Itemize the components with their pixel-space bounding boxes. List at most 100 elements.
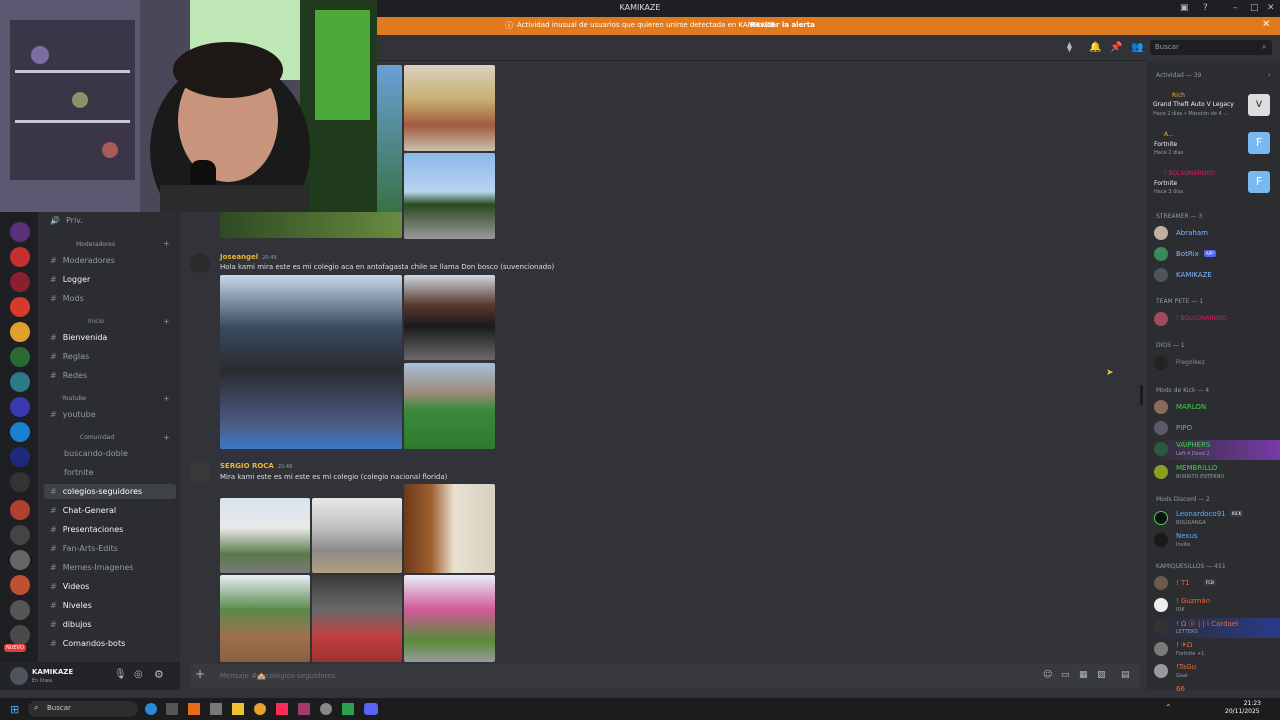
app-icon[interactable]	[188, 703, 200, 715]
gif-icon[interactable]: ▦	[1079, 670, 1088, 680]
tray-chevron-icon[interactable]: ⌃	[1165, 703, 1172, 712]
message-author[interactable]: Joseangel 20:49	[220, 253, 277, 261]
attachment-image[interactable]	[404, 363, 495, 449]
scrollbar-thumb[interactable]	[1140, 385, 1143, 405]
add-channel-icon[interactable]: +	[163, 394, 170, 403]
channel-logger[interactable]: # Logger	[50, 275, 90, 284]
attachment-image[interactable]	[312, 498, 402, 573]
channel-fortnite[interactable]: fortnite	[64, 468, 94, 477]
channel-moderadores[interactable]: # Moderadores	[50, 256, 115, 265]
member-list-icon[interactable]: 👥	[1131, 42, 1143, 53]
server-icon[interactable]	[10, 447, 30, 467]
member-row[interactable]: Nexus Invite	[1154, 531, 1274, 551]
maximize-button[interactable]: □	[1250, 3, 1259, 13]
channel-dibujos[interactable]: # dibujos	[50, 620, 91, 629]
category-moderadores[interactable]: Moderadores	[76, 241, 115, 248]
member-row[interactable]: VAIPHERS Left 4 Dead 2	[1154, 440, 1280, 460]
channel-mods[interactable]: # Mods	[50, 294, 84, 303]
server-icon[interactable]	[10, 550, 30, 570]
search-input[interactable]: Buscar	[1150, 40, 1272, 55]
server-icon[interactable]	[10, 525, 30, 545]
member-row[interactable]: KAMIKAZE	[1154, 268, 1274, 284]
member-row[interactable]: PIPO	[1154, 421, 1274, 437]
channel-buscando-doble[interactable]: buscando-doble	[64, 449, 128, 458]
member-row[interactable]: ! BOLSONARO0O	[1154, 312, 1274, 328]
edge-icon[interactable]	[145, 703, 157, 715]
app-icon[interactable]	[166, 703, 178, 715]
server-icon[interactable]	[10, 422, 30, 442]
attachment-image[interactable]	[220, 498, 310, 573]
attachment-image[interactable]	[404, 275, 495, 360]
inbox-icon[interactable]: ▣	[1180, 3, 1189, 13]
close-window-button[interactable]: ✕	[1267, 3, 1275, 13]
emoji-icon[interactable]: ☺	[1043, 670, 1052, 680]
channel-bienvenida[interactable]: # Bienvenida	[50, 333, 107, 342]
channel-niveles[interactable]: # Niveles	[50, 601, 92, 610]
member-row[interactable]: !TaGu Goat	[1154, 662, 1274, 682]
member-row[interactable]: ! ✈Ω Fortnite +1	[1154, 640, 1274, 660]
server-icon[interactable]	[10, 272, 30, 292]
server-icon[interactable]	[10, 472, 30, 492]
channel-videos[interactable]: # Videos	[50, 582, 89, 591]
app-icon[interactable]	[320, 703, 332, 715]
channel-redes[interactable]: # Redes	[50, 371, 87, 380]
member-row[interactable]: 66	[1154, 684, 1274, 694]
category-comunidad[interactable]: Comunidad	[80, 434, 114, 441]
attachment-image[interactable]	[404, 65, 495, 151]
activity-item[interactable]: A... Fortnite Hace 2 días F	[1154, 131, 1276, 161]
member-row[interactable]: MEMBRILLO BURRITO ENTERNO	[1154, 463, 1274, 483]
server-icon[interactable]	[10, 625, 30, 645]
member-row[interactable]: MARLON	[1154, 400, 1274, 416]
app-icon[interactable]	[342, 703, 354, 715]
avatar[interactable]	[190, 462, 210, 482]
channel-colegios-seguidores[interactable]: # colegios-seguidores	[44, 484, 176, 499]
activity-item[interactable]: Rich Grand Theft Auto V Legacy Hace 2 dí…	[1153, 92, 1276, 122]
category-inicio[interactable]: Inicio	[88, 318, 104, 325]
threads-icon[interactable]: ⧫	[1067, 42, 1072, 53]
channel-comandos-bots[interactable]: # Comandos-bots	[50, 639, 125, 648]
category-youtube[interactable]: Youtube	[62, 395, 86, 402]
channel-reglas[interactable]: # Reglas	[50, 352, 89, 361]
channel-memes[interactable]: # Memes-Imagenes	[50, 563, 134, 572]
attachment-image[interactable]	[220, 275, 402, 449]
minimize-button[interactable]: –	[1233, 3, 1238, 13]
server-icon[interactable]	[10, 247, 30, 267]
attachment-image[interactable]	[404, 575, 495, 662]
review-alert-button[interactable]: Revisar la alerta	[750, 21, 815, 29]
server-icon[interactable]	[10, 600, 30, 620]
member-row[interactable]: Abraham	[1154, 226, 1274, 242]
member-row[interactable]: ! Ω ⓞ | | i Cardael LETTERS	[1154, 618, 1280, 638]
windows-start-icon[interactable]: ⊞	[10, 703, 19, 716]
member-row[interactable]: Fregoleez	[1154, 356, 1274, 372]
member-row[interactable]: ! Guzmán IDK	[1154, 596, 1274, 616]
member-row[interactable]: BotRix APP	[1154, 247, 1274, 263]
message-input[interactable]: Mensaje #🏫colegios-seguidores	[220, 672, 335, 680]
avatar[interactable]	[190, 253, 210, 273]
add-channel-icon[interactable]: +	[163, 317, 170, 326]
chevron-right-icon[interactable]: ›	[1268, 71, 1271, 79]
add-attachment-icon[interactable]: +	[195, 667, 205, 681]
channel-chat-general[interactable]: # Chat-General	[50, 506, 116, 515]
attachment-image[interactable]	[404, 153, 495, 239]
pin-icon[interactable]: 📌	[1110, 42, 1122, 53]
sticker-icon[interactable]: ▨	[1097, 670, 1106, 680]
server-icon[interactable]	[10, 222, 30, 242]
server-icon[interactable]	[10, 297, 30, 317]
attachment-image[interactable]	[220, 575, 310, 662]
message-author[interactable]: SERGIO ROCA 20:49	[220, 462, 292, 470]
server-icon[interactable]	[10, 322, 30, 342]
channel-presentaciones[interactable]: # Presentaciones	[50, 525, 123, 534]
server-icon[interactable]	[10, 575, 30, 595]
activity-item[interactable]: ! BOLSONARO0O Fortnite Hace 3 días F	[1154, 170, 1276, 200]
server-icon[interactable]	[10, 397, 30, 417]
avatar[interactable]	[10, 667, 28, 685]
app-icon[interactable]	[298, 703, 310, 715]
add-channel-icon[interactable]: +	[163, 239, 170, 248]
apps-icon[interactable]: ▤	[1121, 670, 1130, 680]
server-icon[interactable]	[10, 347, 30, 367]
folder-icon[interactable]	[232, 703, 244, 715]
member-row[interactable]: ! T1 FCB	[1154, 576, 1274, 592]
microphone-icon[interactable]: 🎙	[114, 669, 127, 680]
bell-icon[interactable]: 🔔	[1089, 42, 1101, 53]
attachment-image[interactable]	[404, 484, 495, 573]
